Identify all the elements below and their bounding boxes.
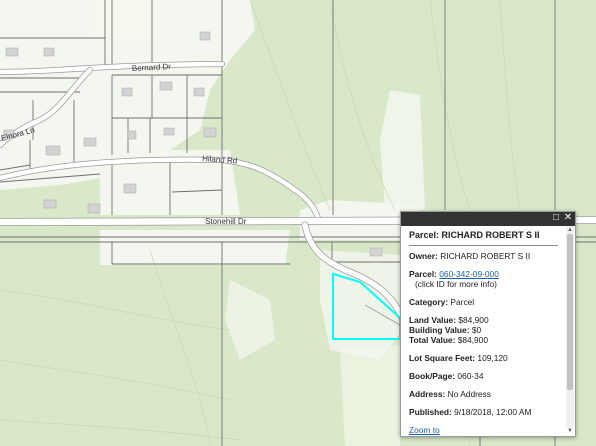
popup-header: □ ✕ xyxy=(401,212,575,226)
address-value: No Address xyxy=(447,389,491,399)
land-value: $84,900 xyxy=(458,315,489,325)
close-icon[interactable]: ✕ xyxy=(563,213,573,223)
values-row: Land Value: $84,900 Building Value: $0 T… xyxy=(409,315,558,345)
total-value-label: Total Value: xyxy=(409,335,456,345)
scroll-down-icon[interactable]: ▼ xyxy=(566,428,574,435)
popup-title: Parcel: RICHARD ROBERT S II xyxy=(409,230,558,246)
scroll-up-icon[interactable]: ▲ xyxy=(566,227,574,234)
parcel-note: (click ID for more info) xyxy=(415,279,497,289)
book-page-row: Book/Page: 060-34 xyxy=(409,371,558,381)
popup-scrollbar[interactable] xyxy=(566,226,574,428)
parcel-label: Parcel: xyxy=(409,269,437,279)
land-value-label: Land Value: xyxy=(409,315,457,325)
address-row: Address: No Address xyxy=(409,389,558,399)
zoom-to-link[interactable]: Zoom to xyxy=(409,425,440,435)
parcel-row: Parcel: 060-342-09-000 (click ID for mor… xyxy=(409,269,558,289)
category-value: Parcel xyxy=(450,297,475,307)
owner-value: RICHARD ROBERT S II xyxy=(440,251,531,261)
lot-sqft-label: Lot Square Feet: xyxy=(409,353,476,363)
published-value: 9/18/2018, 12:00 AM xyxy=(454,407,532,417)
building-value-label: Building Value: xyxy=(409,325,470,335)
book-page-value: 060-34 xyxy=(457,371,484,381)
owner-row: Owner: RICHARD ROBERT S II xyxy=(409,251,558,261)
parcel-info-popup: □ ✕ Parcel: RICHARD ROBERT S II Owner: R… xyxy=(400,211,576,437)
owner-label: Owner: xyxy=(409,251,438,261)
category-row: Category: Parcel xyxy=(409,297,558,307)
road-label-stonehill: Stonehill Dr xyxy=(205,217,247,226)
lot-sqft-row: Lot Square Feet: 109,120 xyxy=(409,353,558,363)
category-label: Category: xyxy=(409,297,449,307)
published-row: Published: 9/18/2018, 12:00 AM xyxy=(409,407,558,417)
total-value: $84,900 xyxy=(457,335,488,345)
lot-sqft-value: 109,120 xyxy=(477,353,508,363)
book-page-label: Book/Page: xyxy=(409,371,456,381)
published-label: Published: xyxy=(409,407,452,417)
maximize-icon[interactable]: □ xyxy=(551,213,561,223)
building-value: $0 xyxy=(471,325,482,335)
popup-body: Parcel: RICHARD ROBERT S II Owner: RICHA… xyxy=(401,226,565,436)
popup-scroll-thumb[interactable] xyxy=(567,234,573,390)
parcel-id-link[interactable]: 060-342-09-000 xyxy=(439,269,499,279)
address-label: Address: xyxy=(409,389,446,399)
